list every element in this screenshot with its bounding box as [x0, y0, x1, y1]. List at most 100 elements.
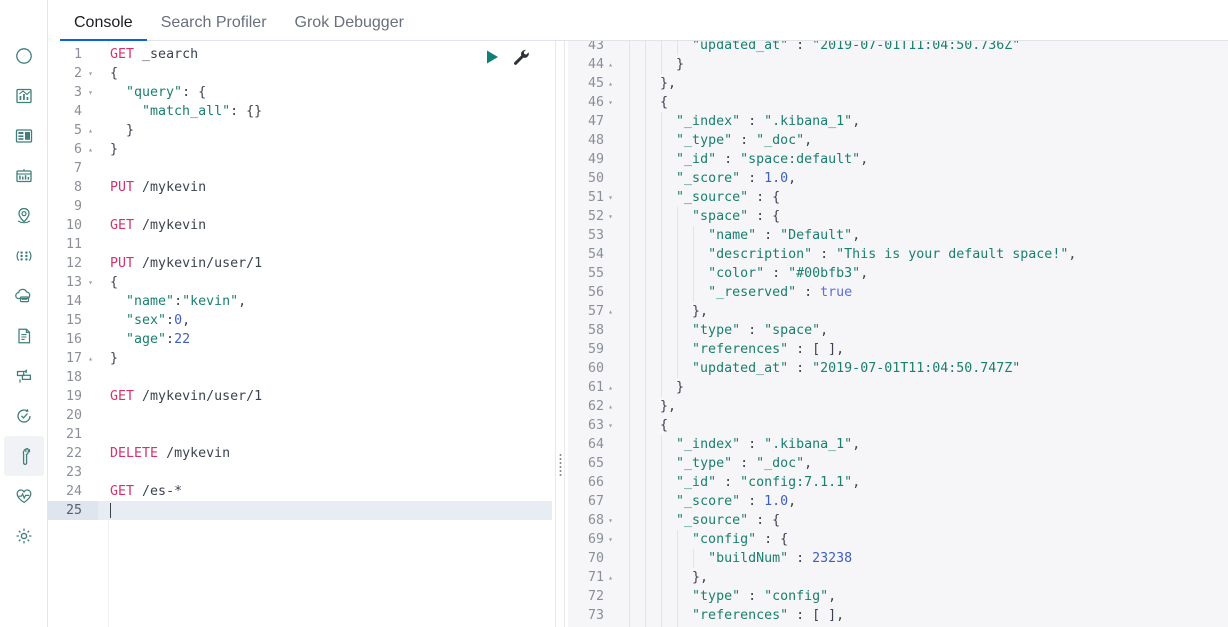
nav-item-machine-learning[interactable] [4, 236, 44, 276]
code-line[interactable]: 22 DELETE /mykevin [48, 444, 552, 463]
code-line[interactable]: 70 "buildNum" : 23238 [568, 549, 1228, 568]
fold-down-icon[interactable]: ▾ [86, 273, 95, 292]
fold-up-icon[interactable]: ▴ [606, 74, 615, 93]
code-line[interactable]: 10 GET /mykevin [48, 216, 552, 235]
code-line[interactable]: 43 "updated_at" : "2019-07-01T11:04:50.7… [568, 41, 1228, 55]
code-line[interactable]: 8 PUT /mykevin [48, 178, 552, 197]
code-line[interactable]: 12 PUT /mykevin/user/1 [48, 254, 552, 273]
code-line[interactable]: 5 ▴ } [48, 121, 552, 140]
nav-item-dashboard[interactable] [4, 116, 44, 156]
code-line[interactable]: 71 ▴ }, [568, 568, 1228, 587]
code-line[interactable]: 2 ▾ { [48, 64, 552, 83]
nav-item-canvas[interactable] [4, 156, 44, 196]
code-line[interactable]: 68 ▾ "_source" : { [568, 511, 1228, 530]
code-line[interactable]: 7 [48, 159, 552, 178]
nav-item-uptime[interactable] [4, 396, 44, 436]
code-line[interactable]: 73 "references" : [ ], [568, 606, 1228, 625]
code-line[interactable]: 24 GET /es-* [48, 482, 552, 501]
fold-up-icon[interactable]: ▴ [606, 302, 615, 321]
fold-down-icon[interactable]: ▾ [86, 83, 95, 102]
code-line[interactable]: 61 ▴ } [568, 378, 1228, 397]
code-token-key: "color" [708, 266, 765, 281]
code-line[interactable]: 53 "name" : "Default", [568, 226, 1228, 245]
code-line[interactable]: 21 [48, 425, 552, 444]
code-line[interactable]: 49 "_id" : "space:default", [568, 150, 1228, 169]
response-viewer-pane[interactable]: 43 "updated_at" : "2019-07-01T11:04:50.7… [568, 41, 1228, 627]
fold-down-icon[interactable]: ▾ [86, 64, 95, 83]
code-line[interactable]: 4 "match_all": {} [48, 102, 552, 121]
fold-down-icon[interactable]: ▾ [606, 93, 615, 112]
nav-item-monitoring[interactable] [4, 476, 44, 516]
nav-item-discover[interactable] [4, 36, 44, 76]
code-line[interactable]: 18 [48, 368, 552, 387]
code-line[interactable]: 58 "type" : "space", [568, 321, 1228, 340]
nav-item-management[interactable] [4, 516, 44, 556]
fold-down-icon[interactable]: ▾ [606, 416, 615, 435]
pane-splitter[interactable] [552, 41, 568, 627]
tab-search-profiler[interactable]: Search Profiler [147, 15, 281, 41]
request-editor-lines[interactable]: 1 GET _search 2 ▾{3 ▾ "query": {4 "match_all… [48, 41, 552, 520]
wrench-icon[interactable] [512, 48, 530, 66]
fold-up-icon[interactable]: ▴ [86, 349, 95, 368]
code-line[interactable]: 47 "_index" : ".kibana_1", [568, 112, 1228, 131]
code-line[interactable]: 9 [48, 197, 552, 216]
code-line[interactable]: 72 "type" : "config", [568, 587, 1228, 606]
code-line[interactable]: 55 "color" : "#00bfb3", [568, 264, 1228, 283]
code-line[interactable]: 50 "_score" : 1.0, [568, 169, 1228, 188]
code-line[interactable]: 6 ▴} [48, 140, 552, 159]
code-line[interactable]: 45 ▴ }, [568, 74, 1228, 93]
splitter-grip-icon[interactable] [557, 454, 564, 476]
code-line[interactable]: 69 ▾ "config" : { [568, 530, 1228, 549]
fold-up-icon[interactable]: ▴ [606, 55, 615, 74]
fold-down-icon[interactable]: ▾ [606, 207, 615, 226]
code-line[interactable]: 59 "references" : [ ], [568, 340, 1228, 359]
fold-down-icon[interactable]: ▾ [606, 530, 615, 549]
code-line[interactable]: 46 ▾ { [568, 93, 1228, 112]
code-line[interactable]: 57 ▴ }, [568, 302, 1228, 321]
code-line[interactable]: 16 "age":22 [48, 330, 552, 349]
fold-down-icon[interactable]: ▾ [606, 188, 615, 207]
nav-item-visualize[interactable] [4, 76, 44, 116]
nav-item-maps[interactable] [4, 196, 44, 236]
code-line[interactable]: 65 "_type" : "_doc", [568, 454, 1228, 473]
code-line[interactable]: 52 ▾ "space" : { [568, 207, 1228, 226]
nav-item-dev-tools[interactable] [3, 436, 44, 476]
fold-up-icon[interactable]: ▴ [86, 121, 95, 140]
code-line[interactable]: 66 "_id" : "config:7.1.1", [568, 473, 1228, 492]
code-line[interactable]: 19 GET /mykevin/user/1 [48, 387, 552, 406]
code-line[interactable]: 48 "_type" : "_doc", [568, 131, 1228, 150]
response-viewer-lines[interactable]: 43 "updated_at" : "2019-07-01T11:04:50.7… [568, 41, 1228, 627]
code-line[interactable]: 44 ▴ } [568, 55, 1228, 74]
code-line[interactable]: 51 ▾ "_source" : { [568, 188, 1228, 207]
nav-item-apm[interactable] [4, 356, 44, 396]
fold-up-icon[interactable]: ▴ [86, 140, 95, 159]
code-line[interactable]: 23 [48, 463, 552, 482]
code-line[interactable]: 3 ▾ "query": { [48, 83, 552, 102]
code-line[interactable]: 11 [48, 235, 552, 254]
code-line[interactable]: 13 ▾ { [48, 273, 552, 292]
fold-up-icon[interactable]: ▴ [606, 378, 615, 397]
nav-item-logs[interactable] [4, 316, 44, 356]
code-line[interactable]: 20 [48, 406, 552, 425]
tab-console[interactable]: Console [60, 15, 147, 41]
code-line[interactable]: 17 ▴} [48, 349, 552, 368]
send-request-play-icon[interactable] [484, 49, 500, 65]
code-line[interactable]: 62 ▴ }, [568, 397, 1228, 416]
code-line[interactable]: 56 "_reserved" : true [568, 283, 1228, 302]
code-line[interactable]: 60 "updated_at" : "2019-07-01T11:04:50.7… [568, 359, 1228, 378]
fold-up-icon[interactable]: ▴ [606, 397, 615, 416]
tab-grok-debugger[interactable]: Grok Debugger [281, 15, 418, 41]
code-line[interactable]: 25 [48, 501, 552, 520]
code-line[interactable]: 14 "name":"kevin", [48, 292, 552, 311]
code-line[interactable]: 63 ▾ { [568, 416, 1228, 435]
fold-up-icon[interactable]: ▴ [606, 568, 615, 587]
request-editor-pane[interactable]: 1 GET _search 2 ▾{3 ▾ "query": {4 "match_all… [48, 41, 552, 627]
indent-guide [629, 169, 630, 188]
code-line[interactable]: 1 GET _search [48, 45, 552, 64]
code-line[interactable]: 64 "_index" : ".kibana_1", [568, 435, 1228, 454]
code-line[interactable]: 67 "_score" : 1.0, [568, 492, 1228, 511]
code-line[interactable]: 15 "sex":0, [48, 311, 552, 330]
fold-down-icon[interactable]: ▾ [606, 511, 615, 530]
code-line[interactable]: 54 "description" : "This is your default… [568, 245, 1228, 264]
nav-item-infrastructure[interactable] [4, 276, 44, 316]
